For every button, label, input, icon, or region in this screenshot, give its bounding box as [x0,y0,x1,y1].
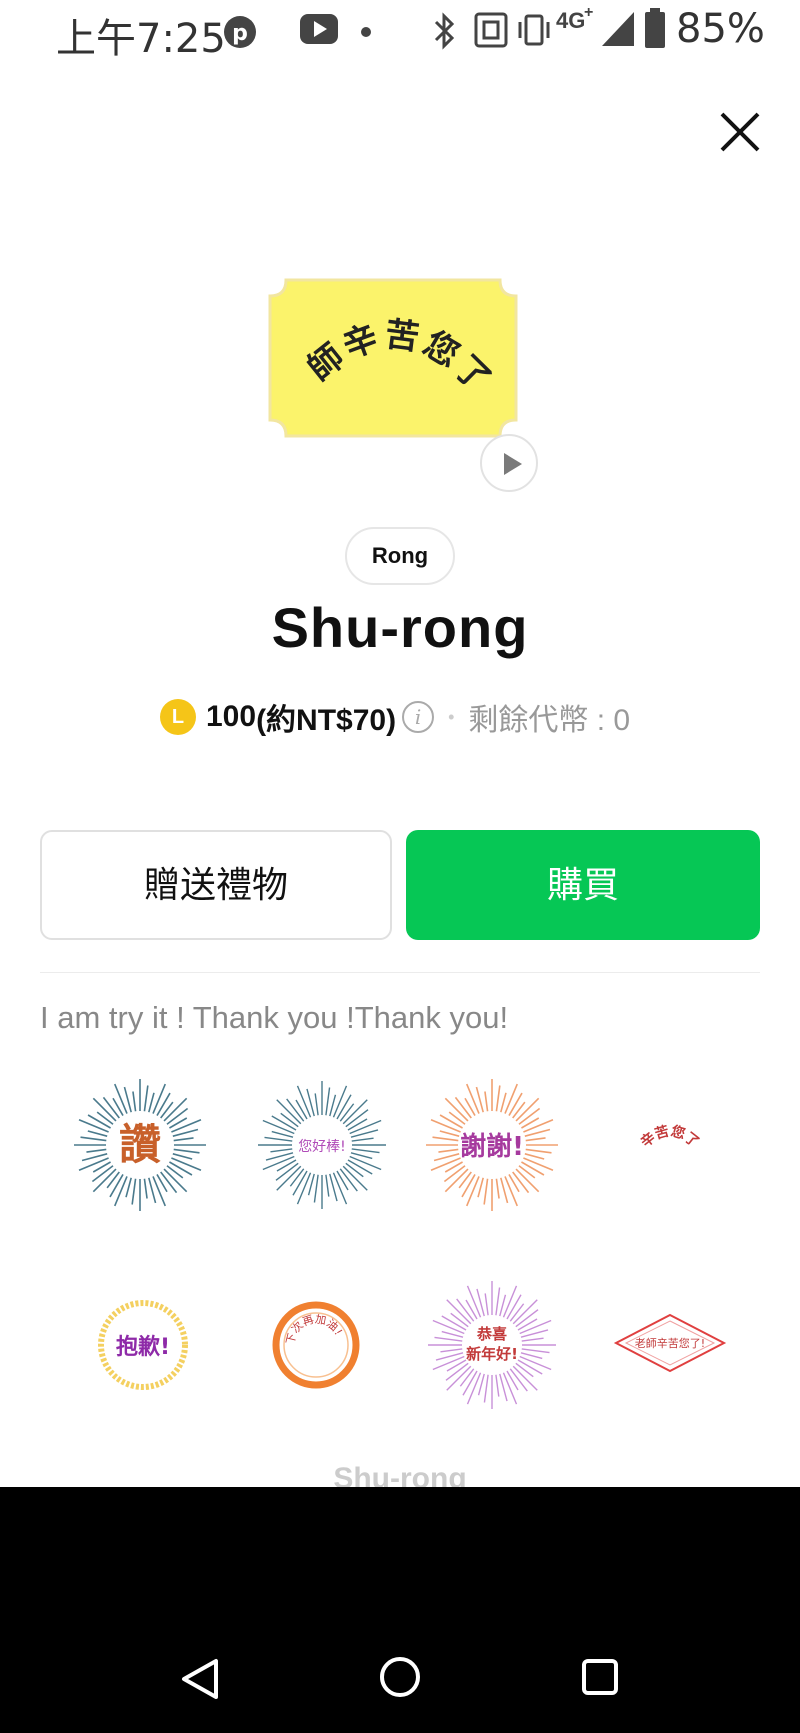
nav-bar [0,1487,800,1733]
sticker-6[interactable]: 下次再加油! [236,1275,396,1415]
svg-text:辛苦您了: 辛苦您了 [637,1123,702,1151]
sticker-4-text: 辛苦您了 [637,1123,702,1151]
price-local: (約NT$70) [256,704,397,737]
buy-button[interactable]: 購買 [406,830,760,940]
home-icon[interactable] [378,1655,422,1699]
status-time: 上午7:25 [56,16,226,62]
nfc-icon [474,12,508,48]
remaining-coins: 剩餘代幣 : 0 [468,704,631,737]
sticker-3[interactable]: 謝謝! [412,1075,572,1215]
sticker-5[interactable]: 抱歉! [63,1275,223,1415]
product-description: I am try it ! Thank you !Thank you! [40,1000,509,1035]
recents-icon[interactable] [580,1657,620,1697]
network-type: 4G [556,8,586,33]
sticker-2-text: 您好棒! [298,1138,346,1155]
author-badge[interactable]: Rong [345,527,455,585]
svg-text:p: p [232,21,248,46]
svg-text:下次再加油!: 下次再加油! [284,1313,345,1346]
sticker-8[interactable]: 老師辛苦您了! [590,1275,750,1415]
battery-icon [645,8,665,48]
bluetooth-icon [434,12,455,50]
back-icon[interactable] [180,1657,220,1701]
close-icon[interactable] [708,100,772,164]
sticker-7[interactable]: 恭喜 新年好! [412,1275,572,1415]
sticker-7-text-2: 新年好! [466,1345,518,1363]
hero-sticker: 老師辛苦您了! [250,247,518,438]
gift-button[interactable]: 贈送禮物 [40,830,392,940]
divider [40,972,760,973]
separator-dot: • [448,706,455,727]
sticker-6-text: 下次再加油! [284,1313,345,1346]
info-icon[interactable]: i [402,701,435,733]
sticker-8-text: 老師辛苦您了! [635,1336,705,1350]
sticker-5-text: 抱歉! [116,1334,170,1360]
youtube-icon [300,14,338,44]
vibrate-icon [518,14,550,46]
price-row: L 100 (約NT$70) i • 剩餘代幣 : 0 [160,692,630,742]
network-plus: + [584,4,594,21]
line-coin-icon: L [160,699,196,735]
sticker-2[interactable]: 您好棒! [242,1075,402,1215]
signal-icon [602,12,634,46]
price-value: 100 [206,700,257,733]
sticker-4[interactable]: 辛苦您了 [590,1075,750,1215]
sticker-3-text: 謝謝! [460,1131,524,1162]
notification-dot-icon [361,27,371,37]
play-preview-button[interactable] [480,434,538,492]
pinterest-icon: p [224,16,256,48]
status-bar: 上午7:25 p 4G + 85% [0,0,800,64]
sticker-1[interactable]: 讚 [60,1075,220,1215]
sticker-1-text: 讚 [119,1120,161,1169]
product-title: Shu-rong [271,596,529,659]
sticker-7-text-1: 恭喜 [476,1325,507,1343]
battery-percent: 85% [676,6,765,52]
